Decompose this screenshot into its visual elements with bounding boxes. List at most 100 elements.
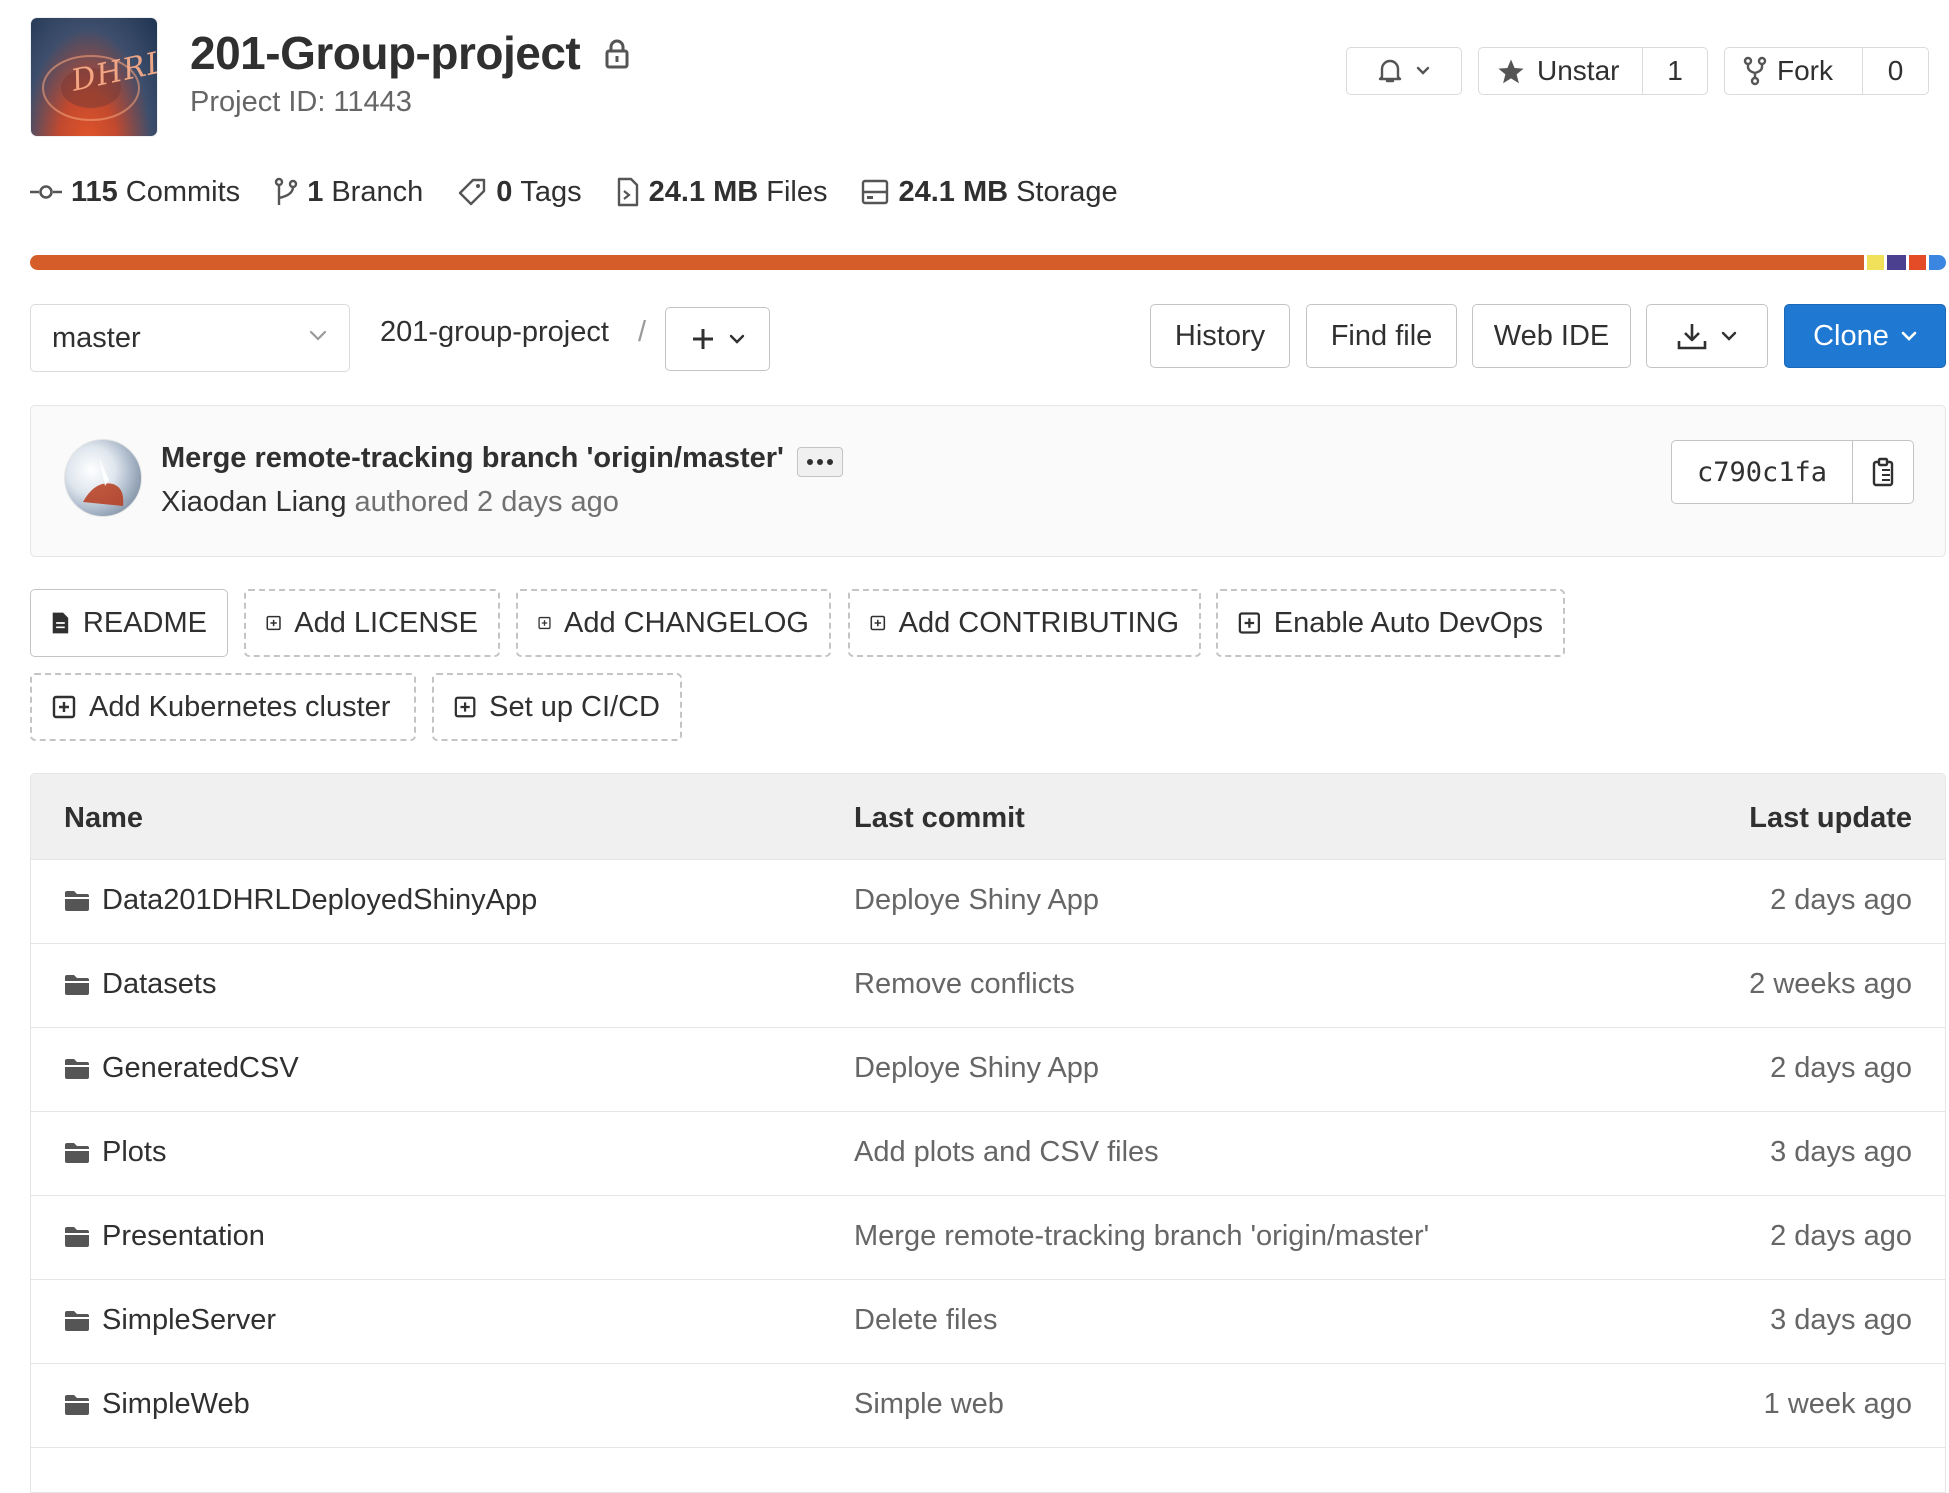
unstar-button[interactable]: Unstar: [1479, 48, 1642, 94]
folder-icon: [65, 1226, 89, 1247]
file-name-cell[interactable]: GeneratedCSV: [64, 1052, 299, 1085]
file-name[interactable]: Datasets: [102, 968, 216, 1001]
fork-button[interactable]: Fork: [1725, 48, 1862, 94]
history-button[interactable]: History: [1150, 304, 1290, 368]
toggle-commit-description-button[interactable]: [797, 447, 843, 477]
last-commit-message[interactable]: Merge remote-tracking branch 'origin/mas…: [854, 1220, 1429, 1253]
last-update-time: 3 days ago: [1770, 1304, 1912, 1336]
add-contributing-button[interactable]: Add CONTRIBUTING: [848, 589, 1201, 657]
web-ide-button[interactable]: Web IDE: [1472, 304, 1631, 368]
bell-icon: [1378, 59, 1402, 83]
add-changelog-button[interactable]: Add CHANGELOG: [516, 589, 831, 657]
table-row[interactable]: SimpleWeb Simple web 1 week ago: [31, 1364, 1945, 1448]
file-name[interactable]: SimpleServer: [102, 1304, 276, 1337]
breadcrumb-root[interactable]: 201-group-project: [380, 316, 609, 349]
file-name-cell[interactable]: Data201DHRLDeployedShinyApp: [64, 884, 537, 917]
header-name: Name: [64, 802, 143, 834]
table-row[interactable]: Data201DHRLDeployedShinyApp Deploye Shiny…: [31, 860, 1945, 944]
last-commit-message[interactable]: Delete files: [854, 1304, 997, 1337]
readme-label: README: [82, 606, 207, 639]
last-commit-message[interactable]: Deploye Shiny App: [854, 884, 1099, 917]
copy-sha-button[interactable]: [1852, 441, 1913, 503]
files-label: Files: [766, 175, 828, 208]
file-name-cell[interactable]: Presentation: [64, 1220, 265, 1253]
repository-languages-bar[interactable]: [30, 255, 1946, 270]
download-icon: [1677, 324, 1707, 350]
project-id: Project ID: 11443: [190, 86, 412, 118]
table-row[interactable]: GeneratedCSV Deploye Shiny App 2 days ago: [31, 1028, 1945, 1112]
folder-icon: [65, 1058, 89, 1079]
last-commit-message[interactable]: Deploye Shiny App: [854, 1052, 1099, 1085]
dot: [817, 459, 823, 465]
file-name-cell[interactable]: SimpleServer: [64, 1304, 276, 1337]
commit-author[interactable]: Xiaodan Liang: [161, 486, 346, 518]
readme-button[interactable]: README: [30, 589, 228, 657]
branch-select[interactable]: master: [30, 304, 350, 372]
language-segment[interactable]: [1908, 255, 1926, 270]
storage-stat[interactable]: 24.1 MB Storage: [861, 175, 1118, 209]
file-name[interactable]: SimpleWeb: [102, 1388, 250, 1421]
setup-cicd-button[interactable]: Set up CI/CD: [432, 673, 682, 741]
branch-name: master: [52, 321, 141, 354]
dot: [807, 459, 813, 465]
fork-label: Fork: [1777, 55, 1833, 86]
plus-square-icon: [1238, 612, 1261, 634]
last-commit-message[interactable]: Remove conflicts: [854, 968, 1075, 1001]
file-name[interactable]: Presentation: [102, 1220, 265, 1253]
language-segment[interactable]: [1866, 255, 1884, 270]
author-avatar[interactable]: [64, 439, 142, 517]
language-segment[interactable]: [30, 255, 1864, 270]
file-name-cell[interactable]: SimpleWeb: [64, 1388, 250, 1421]
folder-icon: [65, 1310, 89, 1331]
file-name[interactable]: GeneratedCSV: [102, 1052, 299, 1085]
commit-title[interactable]: Merge remote-tracking branch 'origin/mas…: [161, 442, 784, 475]
enable-auto-devops-button[interactable]: Enable Auto DevOps: [1216, 589, 1565, 657]
project-avatar[interactable]: DHRL: [31, 18, 157, 136]
commits-stat[interactable]: 115 Commits: [30, 176, 240, 209]
header-last-update: Last update: [1749, 802, 1912, 834]
files-stat[interactable]: 24.1 MB Files: [616, 175, 828, 209]
add-license-button[interactable]: Add LICENSE: [244, 589, 500, 657]
last-update-time: 2 days ago: [1770, 1052, 1912, 1084]
language-segment[interactable]: [1928, 255, 1946, 270]
file-name[interactable]: Data201DHRLDeployedShinyApp: [102, 884, 537, 917]
download-dropdown[interactable]: [1646, 304, 1768, 368]
file-name-cell[interactable]: Datasets: [64, 968, 216, 1001]
language-segment[interactable]: [1886, 255, 1906, 270]
storage-label: Storage: [1016, 175, 1118, 208]
plus-square-icon: [454, 696, 476, 718]
commit-sha[interactable]: c790c1fa: [1672, 441, 1852, 503]
header-last-commit: Last commit: [854, 802, 1025, 834]
star-count[interactable]: 1: [1642, 48, 1707, 94]
fork-icon: [1743, 56, 1767, 86]
plus-square-icon: [266, 615, 281, 631]
add-kubernetes-cluster-button[interactable]: Add Kubernetes cluster: [30, 673, 416, 741]
clone-dropdown-button[interactable]: Clone: [1784, 304, 1946, 368]
breadcrumb-separator: /: [638, 316, 647, 348]
table-row[interactable]: Datasets Remove conflicts 2 weeks ago: [31, 944, 1945, 1028]
branches-count: 1: [307, 175, 324, 208]
clone-label: Clone: [1813, 319, 1889, 352]
find-file-button[interactable]: Find file: [1306, 304, 1457, 368]
plus-square-icon: [538, 616, 551, 630]
notification-dropdown[interactable]: [1346, 47, 1462, 95]
fork-count[interactable]: 0: [1862, 48, 1928, 94]
folder-icon: [65, 974, 89, 995]
star-icon: [1498, 59, 1524, 83]
tags-stat[interactable]: 0 Tags: [457, 175, 582, 209]
file-name-cell[interactable]: Plots: [64, 1136, 166, 1169]
table-row[interactable]: Presentation Merge remote-tracking branch…: [31, 1196, 1945, 1280]
last-commit-message[interactable]: Add plots and CSV files: [854, 1136, 1159, 1169]
unstar-label: Unstar: [1537, 55, 1620, 86]
file-name[interactable]: Plots: [102, 1136, 166, 1169]
last-commit-message[interactable]: Simple web: [854, 1388, 1004, 1421]
branches-stat[interactable]: 1 Branch: [274, 176, 423, 209]
tags-label: Tags: [520, 175, 582, 208]
table-row[interactable]: Plots Add plots and CSV files 3 days ago: [31, 1112, 1945, 1196]
add-to-tree-dropdown[interactable]: [665, 307, 770, 371]
table-row[interactable]: SimpleServer Delete files 3 days ago: [31, 1280, 1945, 1364]
chevron-down-icon: [1416, 66, 1430, 75]
last-commit-panel: Merge remote-tracking branch 'origin/mas…: [30, 405, 1946, 557]
storage-icon: [862, 179, 889, 205]
last-update-time: 2 weeks ago: [1749, 968, 1912, 1000]
